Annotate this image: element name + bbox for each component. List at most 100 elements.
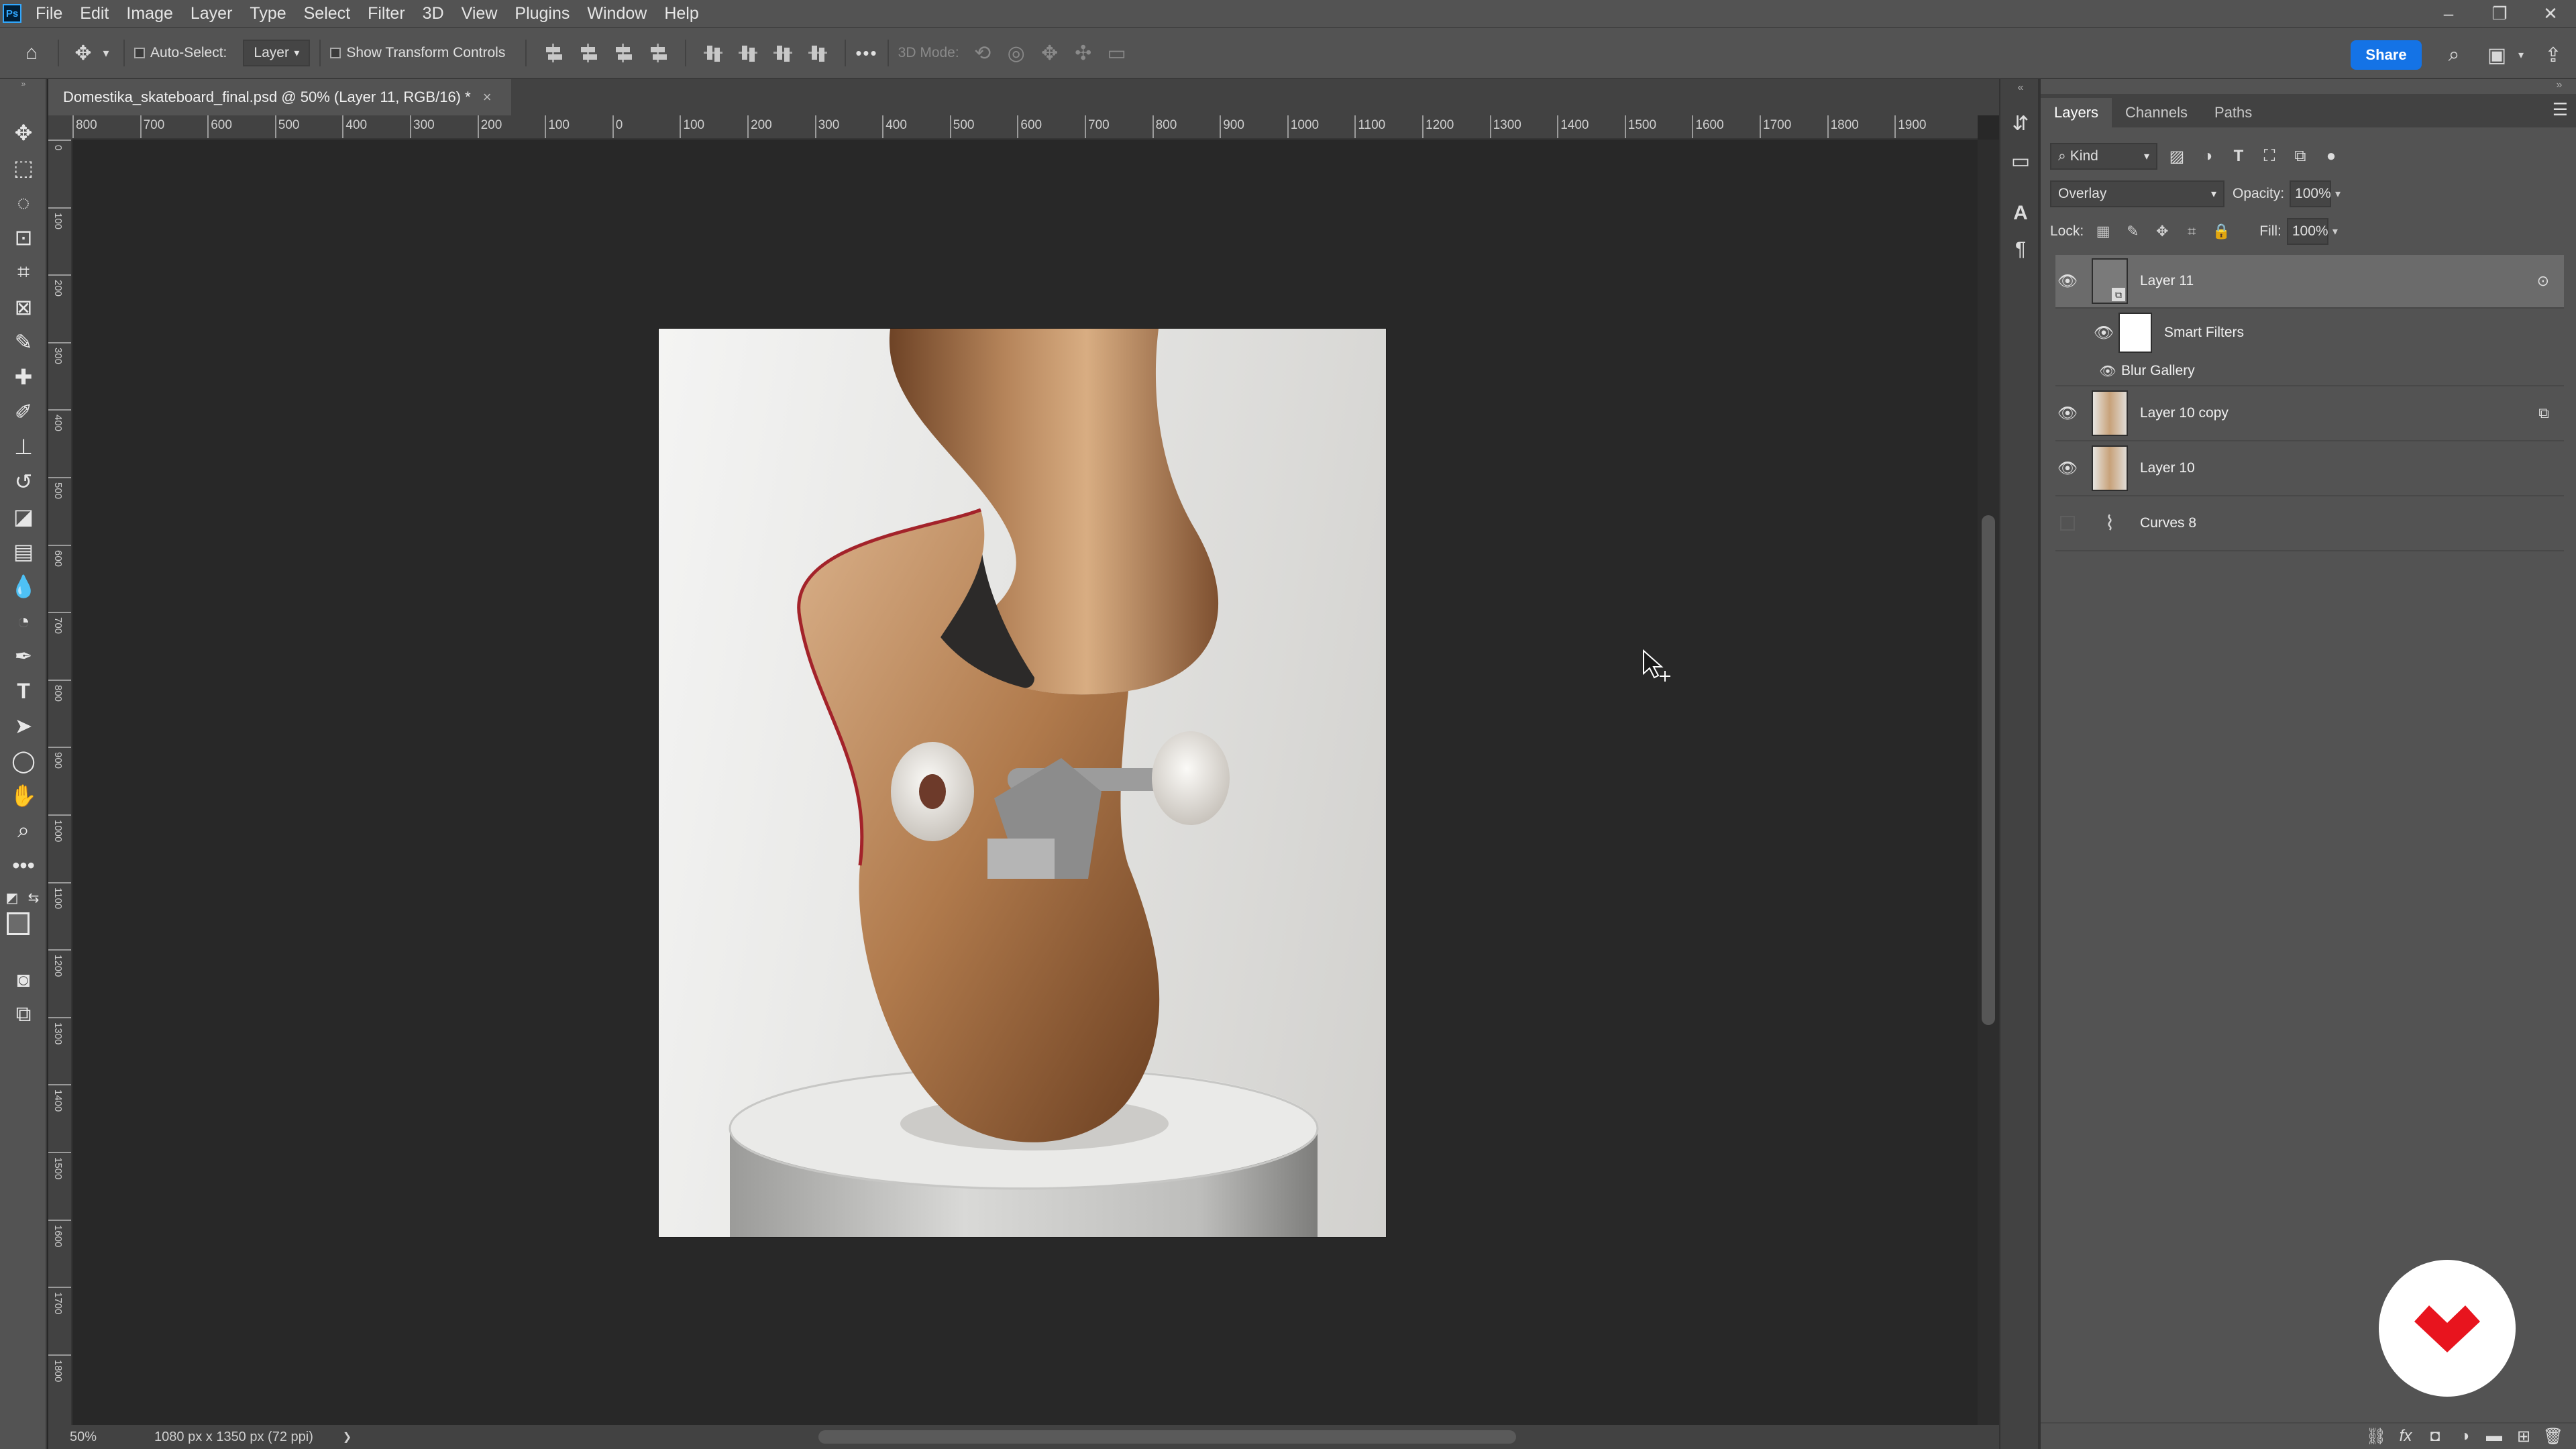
tab-paths[interactable]: Paths	[2201, 98, 2265, 127]
new-group-folder-icon[interactable]: ▬	[2479, 1424, 2509, 1448]
align-right-icon[interactable]	[611, 41, 635, 65]
eyedropper-tool-icon[interactable]: ✎	[9, 327, 38, 357]
delete-layer-trash-icon[interactable]: 🗑	[2538, 1424, 2568, 1448]
layer-row-layer-11[interactable]: 👁 ⧉ Layer 11 ⊙	[2055, 255, 2564, 309]
auto-select-checkbox[interactable]	[134, 48, 145, 58]
menu-select[interactable]: Select	[295, 0, 359, 27]
lock-artboard-icon[interactable]: ⌗	[2182, 221, 2202, 241]
distribute-horizontal-icon[interactable]	[646, 41, 670, 65]
lock-position-icon[interactable]: ✥	[2152, 221, 2172, 241]
zoom-level[interactable]: 50%	[70, 1430, 97, 1445]
hand-tool-icon[interactable]: ✋	[9, 781, 38, 810]
show-transform-checkbox[interactable]	[330, 48, 341, 58]
document-canvas[interactable]	[659, 329, 1386, 1237]
eraser-tool-icon[interactable]: ◪	[9, 502, 38, 531]
filter-type-icon[interactable]: T	[2227, 145, 2250, 168]
restore-button[interactable]: ❐	[2474, 0, 2525, 27]
tab-channels[interactable]: Channels	[2112, 98, 2201, 127]
layer-row-layer-10[interactable]: 👁 Layer 10	[2055, 441, 2564, 496]
layer-name[interactable]: Layer 11	[2140, 273, 2194, 289]
chevron-down-icon[interactable]: ▾	[2335, 187, 2341, 201]
new-layer-icon[interactable]: ⊞	[2509, 1424, 2538, 1448]
visibility-hidden-box[interactable]	[2060, 516, 2075, 531]
filter-toggle-icon[interactable]: ●	[2320, 145, 2343, 168]
foreground-color-swatch[interactable]	[7, 912, 30, 935]
character-panel-icon[interactable]: A	[2006, 199, 2035, 228]
search-icon[interactable]: ⌕	[2439, 40, 2469, 70]
expand-panels-icon[interactable]: «	[2000, 82, 2041, 95]
menu-image[interactable]: Image	[117, 0, 181, 27]
photoshop-logo[interactable]: Ps	[3, 4, 21, 23]
screen-mode-icon[interactable]: ⧉	[9, 1000, 38, 1029]
panel-menu-icon[interactable]: ☰	[2553, 99, 2568, 120]
new-adjustment-icon[interactable]: ◑	[2450, 1424, 2479, 1448]
type-tool-icon[interactable]: T	[9, 676, 38, 706]
visibility-eye-icon[interactable]: 👁	[2098, 359, 2117, 383]
visibility-eye-icon[interactable]: 👁	[2092, 321, 2116, 345]
workspace-icon[interactable]: ▣	[2482, 40, 2512, 70]
menu-type[interactable]: Type	[241, 0, 294, 27]
auto-select-dropdown[interactable]: Layer ▾	[243, 40, 311, 66]
opacity-input[interactable]: 100%	[2290, 180, 2332, 207]
share-button[interactable]: Share	[2351, 40, 2422, 70]
lock-pixels-icon[interactable]: ✎	[2123, 221, 2143, 241]
zoom-tool-icon[interactable]: ⌕	[9, 816, 38, 845]
pen-tool-icon[interactable]: ✒	[9, 641, 38, 671]
menu-filter[interactable]: Filter	[359, 0, 414, 27]
path-selection-tool-icon[interactable]: ➤	[9, 711, 38, 741]
link-layers-icon[interactable]: ⛓	[2361, 1424, 2391, 1448]
filter-effects-icon[interactable]: ⊙	[2537, 272, 2549, 290]
history-panel-icon[interactable]: ⇵	[2006, 109, 2035, 138]
status-menu-arrow[interactable]: ❯	[343, 1430, 352, 1444]
close-button[interactable]: ✕	[2525, 0, 2576, 27]
vertical-scroll-thumb[interactable]	[1982, 515, 1995, 1025]
quick-mask-icon[interactable]: ◙	[9, 965, 38, 994]
add-mask-icon[interactable]: ◘	[2420, 1424, 2450, 1448]
paragraph-panel-icon[interactable]: ¶	[2006, 235, 2035, 264]
lasso-tool-icon[interactable]: ◌	[9, 188, 38, 217]
align-bottom-icon[interactable]	[771, 41, 795, 65]
filter-pixel-icon[interactable]: ▨	[2165, 145, 2188, 168]
lock-all-icon[interactable]: 🔒	[2211, 221, 2231, 241]
filter-shape-icon[interactable]: ⛶	[2258, 145, 2281, 168]
blend-mode-dropdown[interactable]: Overlay ▾	[2050, 180, 2224, 207]
menu-help[interactable]: Help	[655, 0, 707, 27]
object-select-tool-icon[interactable]: ⊡	[9, 223, 38, 252]
layer-row-blur-gallery[interactable]: 👁 Blur Gallery	[2055, 357, 2564, 386]
visibility-eye-icon[interactable]: 👁	[2055, 456, 2080, 480]
collapse-toolbar-icon[interactable]: »	[0, 79, 47, 89]
swap-colors-icon[interactable]: ⇆	[24, 883, 43, 912]
menu-layer[interactable]: Layer	[182, 0, 241, 27]
chevron-down-icon[interactable]: ▾	[2332, 225, 2338, 238]
visibility-eye-icon[interactable]: 👁	[2055, 269, 2080, 293]
horizontal-scroll-thumb[interactable]	[818, 1430, 1516, 1444]
filter-kind-dropdown[interactable]: ⌕ Kind ▾	[2050, 143, 2157, 170]
align-left-icon[interactable]	[541, 41, 566, 65]
move-tool-icon[interactable]: ✥	[9, 118, 38, 148]
layer-row-layer-10-copy[interactable]: 👁 Layer 10 copy ⧉	[2055, 386, 2564, 441]
filter-mask-thumbnail[interactable]	[2118, 313, 2152, 353]
share-export-icon[interactable]: ⇪	[2538, 40, 2568, 70]
healing-brush-tool-icon[interactable]: ✚	[9, 362, 38, 392]
layer-row-curves-8[interactable]: ⌇ Curves 8	[2055, 496, 2564, 551]
fill-input[interactable]: 100%	[2286, 218, 2328, 245]
marquee-tool-icon[interactable]: ⬚	[9, 153, 38, 182]
minimize-button[interactable]: –	[2423, 0, 2474, 27]
collapse-panel-icon[interactable]: »	[2549, 79, 2569, 93]
default-colors-icon[interactable]: ◩	[3, 883, 21, 912]
horizontal-ruler[interactable]: 800 700 600 500 400 300 200 100 0 100 200 300 400 500…	[72, 115, 1978, 140]
menu-plugins[interactable]: Plugins	[506, 0, 578, 27]
frame-tool-icon[interactable]: ⊠	[9, 292, 38, 322]
vertical-scrollbar[interactable]	[1978, 140, 1999, 1425]
edit-toolbar-icon[interactable]: •••	[9, 851, 38, 880]
linked-layer-icon[interactable]: ⧉	[2538, 405, 2549, 422]
filter-adjustment-icon[interactable]: ◑	[2196, 145, 2219, 168]
more-options-icon[interactable]: •••	[855, 43, 877, 64]
blur-tool-icon[interactable]: 💧	[9, 572, 38, 601]
layer-style-fx-icon[interactable]: fx	[2391, 1424, 2420, 1448]
align-top-icon[interactable]	[701, 41, 725, 65]
dodge-tool-icon[interactable]: ◔	[9, 606, 38, 636]
menu-window[interactable]: Window	[578, 0, 655, 27]
history-brush-tool-icon[interactable]: ↺	[9, 467, 38, 496]
gradient-tool-icon[interactable]: ▤	[9, 537, 38, 566]
